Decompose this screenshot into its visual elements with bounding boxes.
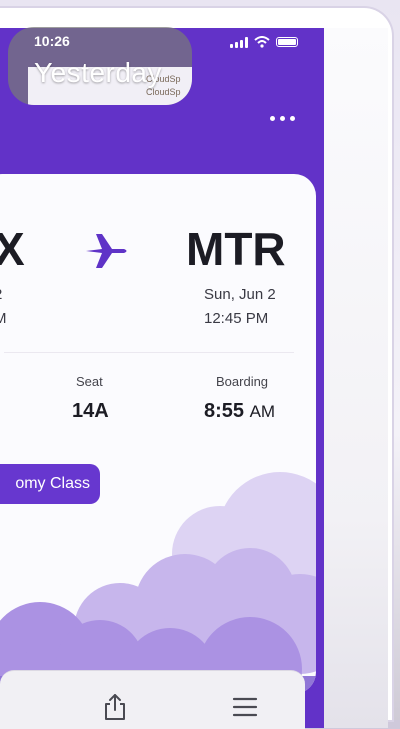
- destination-date: Sun, Jun 2: [204, 286, 276, 303]
- seat-label: Seat: [76, 374, 103, 389]
- share-icon[interactable]: [102, 692, 128, 722]
- origin-code: X: [0, 223, 25, 275]
- signal-icon: [230, 36, 248, 48]
- seat-value: 14A: [72, 400, 109, 422]
- boarding-value: 8:55 AM: [204, 400, 275, 423]
- wifi-icon: [254, 36, 270, 48]
- menu-icon[interactable]: [232, 696, 258, 718]
- battery-icon: [276, 37, 298, 47]
- boarding-label: Boarding: [216, 374, 269, 389]
- overlay-time: 10:26: [34, 33, 70, 49]
- class-chip: omy Class: [0, 464, 100, 504]
- divider: [4, 352, 294, 353]
- origin-date: 2: [0, 286, 2, 303]
- app-screen: X MTR 2 M Sun, Jun 2 12:45 PM Seat 14A B…: [0, 28, 324, 728]
- boarding-time: 8:55: [204, 400, 245, 422]
- yesterday-overlay[interactable]: 10:26 CloudSp CloudSp Yesterday: [8, 27, 192, 105]
- device: X MTR 2 M Sun, Jun 2 12:45 PM Seat 14A B…: [0, 8, 392, 729]
- overlay-label: Yesterday: [34, 57, 162, 88]
- side-strip: [324, 28, 388, 728]
- bottom-toolbar: [0, 670, 305, 729]
- status-icons: [230, 36, 298, 48]
- destination-time: 12:45 PM: [204, 310, 269, 327]
- more-dots-icon[interactable]: [270, 110, 306, 126]
- boarding-pass-card: X MTR 2 M Sun, Jun 2 12:45 PM Seat 14A B…: [0, 174, 316, 694]
- origin-time: M: [0, 310, 7, 327]
- plane-icon: [86, 234, 127, 268]
- boarding-ampm: AM: [249, 402, 276, 421]
- destination-code: MTR: [186, 223, 286, 275]
